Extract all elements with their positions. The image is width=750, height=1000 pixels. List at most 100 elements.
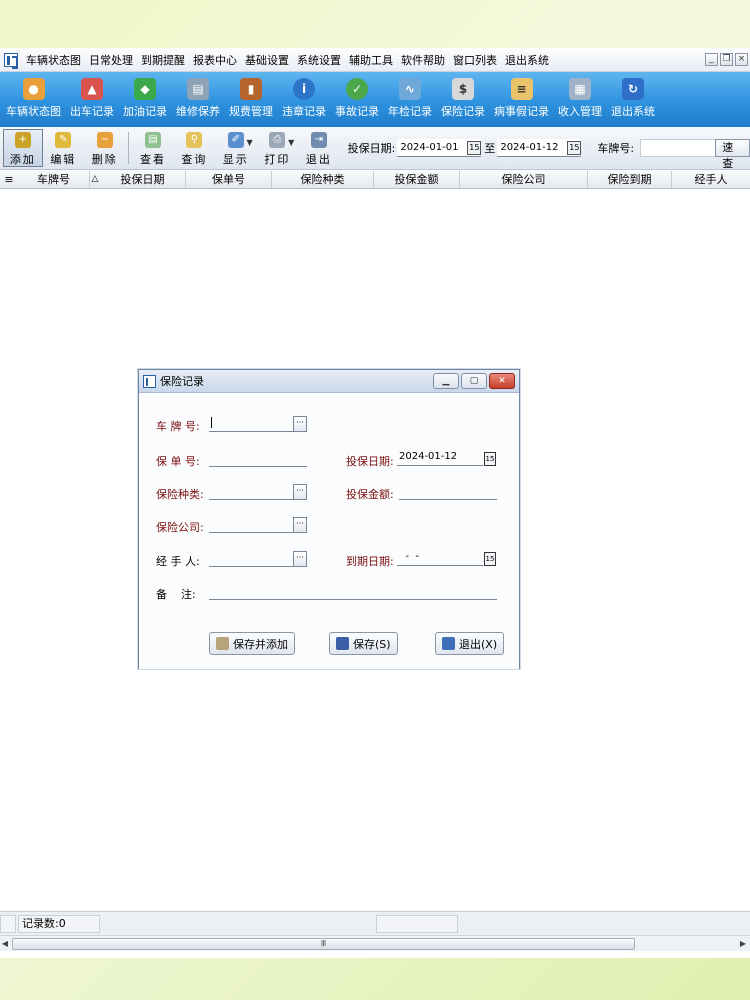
print-button[interactable]: ⎙ 打印 bbox=[257, 130, 298, 167]
exit-icon: ↻ bbox=[622, 78, 644, 100]
insure-date-label: 投保日期: bbox=[346, 455, 394, 468]
toolbar-accident[interactable]: ✓ 事故记录 bbox=[335, 72, 379, 119]
record-count: 记录数:0 bbox=[18, 914, 100, 933]
quick-search-button[interactable]: 速查 bbox=[715, 139, 750, 170]
display-dropdown-icon[interactable]: ▼ bbox=[247, 138, 253, 147]
horizontal-scrollbar[interactable]: ◀ Ⅲ ▶ bbox=[0, 935, 750, 951]
expire-date-input[interactable]: - - bbox=[397, 550, 483, 566]
plate-input[interactable] bbox=[209, 416, 293, 432]
col-handler[interactable]: 经手人 bbox=[672, 171, 750, 188]
handler-input[interactable] bbox=[209, 551, 293, 567]
company-input[interactable] bbox=[209, 517, 293, 533]
col-plate[interactable]: 车牌号 bbox=[18, 171, 90, 188]
menu-windows[interactable]: 窗口列表 bbox=[449, 52, 501, 68]
dialog-title: 保险记录 bbox=[160, 375, 204, 388]
col-company[interactable]: 保险公司 bbox=[460, 171, 588, 188]
toolbar-annual-inspection[interactable]: ∿ 年检记录 bbox=[388, 72, 432, 119]
toolbar-separator bbox=[128, 132, 130, 164]
amount-input[interactable] bbox=[399, 484, 497, 500]
menu-exit[interactable]: 退出系统 bbox=[501, 52, 553, 68]
calendar-icon[interactable]: 15 bbox=[484, 552, 496, 566]
menu-system-settings[interactable]: 系统设置 bbox=[293, 52, 345, 68]
handler-label: 经 手 人: bbox=[156, 555, 200, 568]
scroll-thumb[interactable]: Ⅲ bbox=[12, 938, 635, 950]
menu-bar: 车辆状态图 日常处理 到期提醒 报表中心 基础设置 系统设置 辅助工具 软件帮助… bbox=[0, 48, 750, 72]
col-expire[interactable]: 保险到期 bbox=[588, 171, 672, 188]
toolbar-insurance[interactable]: $ 保险记录 bbox=[441, 72, 485, 119]
save-and-add-label: 保存并添加 bbox=[233, 637, 288, 651]
close-icon[interactable]: × bbox=[735, 53, 748, 66]
save-button[interactable]: 保存(S) bbox=[329, 632, 398, 655]
toolbar-vehicle-status[interactable]: ● 车辆状态图 bbox=[6, 72, 61, 119]
expire-date-label: 到期日期: bbox=[346, 555, 394, 568]
plate-filter-label: 车牌号: bbox=[597, 142, 635, 155]
col-policy-no[interactable]: 保单号 bbox=[186, 171, 272, 188]
restore-icon[interactable]: ❐ bbox=[720, 53, 733, 66]
close-icon[interactable]: ✕ bbox=[489, 373, 515, 389]
maximize-icon[interactable]: ▢ bbox=[461, 373, 487, 389]
company-lookup-button[interactable]: ··· bbox=[293, 517, 307, 533]
plate-lookup-button[interactable]: ··· bbox=[293, 416, 307, 432]
toolbar-violation[interactable]: i 违章记录 bbox=[282, 72, 326, 119]
insurance-type-lookup-button[interactable]: ··· bbox=[293, 484, 307, 500]
print-dropdown-icon[interactable]: ▼ bbox=[288, 138, 294, 147]
insure-date-input[interactable]: 2024-01-12 bbox=[397, 450, 483, 466]
exit-button[interactable]: ⇥ 退出 bbox=[298, 130, 339, 167]
menu-vehicle-status[interactable]: 车辆状态图 bbox=[22, 52, 85, 68]
date-from-value: 2024-01-01 bbox=[400, 142, 459, 153]
view-button[interactable]: ▤ 查看 bbox=[132, 130, 173, 167]
calendar-icon[interactable]: 15 bbox=[484, 452, 496, 466]
delete-label: 删除 bbox=[91, 152, 118, 166]
display-button[interactable]: ✐ 显示 bbox=[215, 130, 256, 167]
fuel-icon: ◆ bbox=[134, 78, 156, 100]
handler-lookup-button[interactable]: ··· bbox=[293, 551, 307, 567]
col-amount[interactable]: 投保金额 bbox=[374, 171, 460, 188]
save-and-add-button[interactable]: 保存并添加 bbox=[209, 632, 295, 655]
view-icon: ▤ bbox=[145, 131, 162, 148]
sort-icon[interactable]: △ bbox=[90, 171, 100, 188]
calendar-icon[interactable]: 15 bbox=[567, 140, 582, 155]
status-spacer bbox=[0, 914, 16, 933]
menu-daily[interactable]: 日常处理 bbox=[85, 52, 137, 68]
col-insurance-type[interactable]: 保险种类 bbox=[272, 171, 374, 188]
status-bar: 记录数:0 bbox=[0, 911, 750, 935]
toolbar-leave[interactable]: ≡ 病事假记录 bbox=[494, 72, 549, 119]
minimize-icon[interactable]: _ bbox=[705, 53, 718, 66]
add-button[interactable]: + 添加 bbox=[3, 129, 43, 167]
delete-icon: − bbox=[96, 131, 113, 148]
note-input[interactable] bbox=[209, 584, 497, 600]
toolbar-dispatch[interactable]: ▲ 出车记录 bbox=[70, 72, 114, 119]
plate-filter-input[interactable] bbox=[640, 139, 718, 157]
edit-label: 编辑 bbox=[50, 152, 77, 166]
menu-reports[interactable]: 报表中心 bbox=[189, 52, 241, 68]
menu-tools[interactable]: 辅助工具 bbox=[345, 52, 397, 68]
query-button[interactable]: ⚲ 查询 bbox=[174, 130, 215, 167]
save-label: 保存(S) bbox=[353, 637, 391, 651]
date-to-picker[interactable]: 2024-01-12 15 bbox=[497, 139, 582, 157]
dialog-title-bar[interactable]: 保险记录 ▁ ▢ ✕ bbox=[139, 370, 519, 393]
menu-reminder[interactable]: 到期提醒 bbox=[137, 52, 189, 68]
toolbar-fuel[interactable]: ◆ 加油记录 bbox=[123, 72, 167, 119]
toolbar-label: 病事假记录 bbox=[494, 105, 549, 118]
edit-button[interactable]: ✎ 编辑 bbox=[43, 130, 84, 167]
fee-book-icon: ▮ bbox=[240, 78, 262, 100]
policy-input[interactable] bbox=[209, 451, 307, 467]
car-status-icon: ● bbox=[22, 78, 45, 100]
toolbar-income[interactable]: ▦ 收入管理 bbox=[558, 72, 602, 119]
column-menu-icon[interactable]: ≡ bbox=[0, 171, 18, 188]
query-label: 查询 bbox=[181, 152, 208, 166]
calendar-icon[interactable]: 15 bbox=[467, 140, 482, 155]
toolbar-maintenance[interactable]: ▤ 维修保养 bbox=[176, 72, 220, 119]
toolbar-fees[interactable]: ▮ 规费管理 bbox=[229, 72, 273, 119]
menu-basic-settings[interactable]: 基础设置 bbox=[241, 52, 293, 68]
scroll-left-icon[interactable]: ◀ bbox=[0, 939, 10, 948]
toolbar-exit-system[interactable]: ↻ 退出系统 bbox=[611, 72, 655, 119]
col-insure-date[interactable]: 投保日期 bbox=[100, 171, 186, 188]
scroll-right-icon[interactable]: ▶ bbox=[738, 939, 748, 948]
menu-help[interactable]: 软件帮助 bbox=[397, 52, 449, 68]
insurance-type-input[interactable] bbox=[209, 484, 293, 500]
date-from-picker[interactable]: 2024-01-01 15 bbox=[397, 139, 482, 157]
dialog-exit-button[interactable]: 退出(X) bbox=[435, 632, 505, 655]
minimize-icon[interactable]: ▁ bbox=[433, 373, 459, 389]
delete-button[interactable]: − 删除 bbox=[84, 130, 125, 167]
